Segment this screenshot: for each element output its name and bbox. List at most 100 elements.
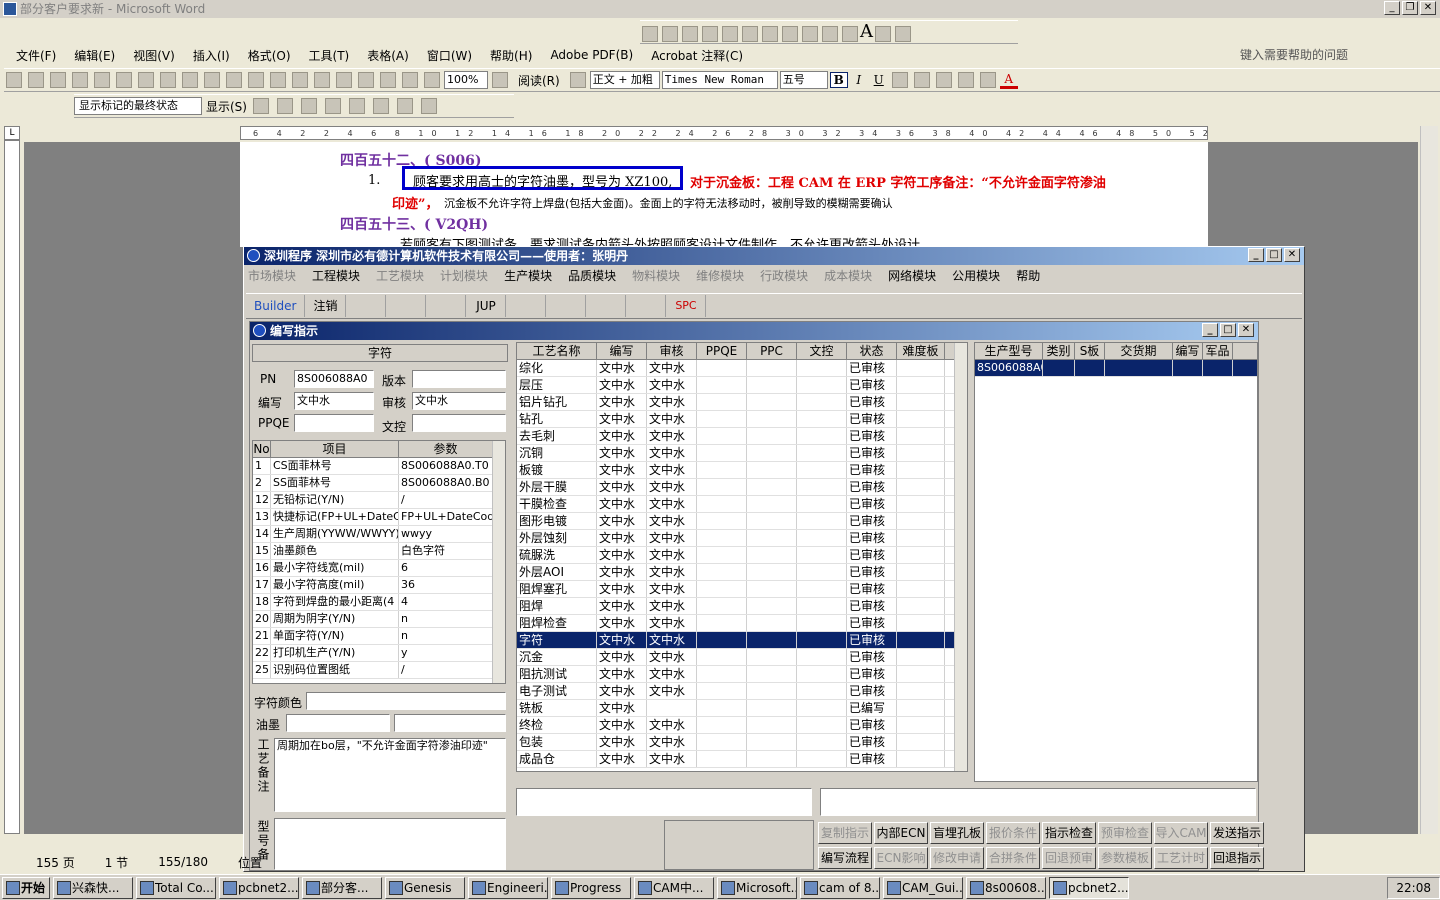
erp-tool-button[interactable] — [426, 295, 467, 317]
steps-scrollbar[interactable] — [954, 343, 967, 771]
erp-menu-item[interactable]: 品质模块 — [568, 267, 616, 285]
erp-close-button[interactable]: ✕ — [1284, 248, 1300, 262]
table-row[interactable]: 成品仓 文中水 文中水 已审核 — [517, 751, 967, 768]
print-icon[interactable] — [116, 72, 132, 88]
orders-header-cell[interactable]: 编写 — [1173, 343, 1203, 359]
columns-icon[interactable] — [402, 72, 418, 88]
markup-select[interactable]: 显示标记的最终状态 — [74, 97, 202, 115]
pn-field[interactable]: 8S006088A0 — [294, 370, 374, 388]
table-row[interactable]: 2 SS面菲林号 8S006088A0.B0 — [253, 475, 505, 492]
table-row[interactable]: 外层AOI 文中水 文中水 已审核 — [517, 564, 967, 581]
table-row[interactable]: 铝片钻孔 文中水 文中水 已审核 — [517, 394, 967, 411]
menu-item[interactable]: Adobe PDF(B) — [550, 48, 633, 62]
table-row[interactable]: 层压 文中水 文中水 已审核 — [517, 377, 967, 394]
menu-item[interactable]: 编辑(E) — [74, 47, 115, 64]
menu-item[interactable]: Acrobat 注释(C) — [651, 47, 743, 64]
steps-header-cell[interactable]: 难度板 — [897, 343, 945, 359]
erp-tool-button[interactable]: Builder — [246, 295, 306, 317]
taskbar-item[interactable]: Engineeri... — [468, 876, 548, 899]
erp-tool-button[interactable] — [386, 295, 427, 317]
save-icon[interactable] — [50, 72, 66, 88]
table-row[interactable]: 铣板 文中水 已编写 — [517, 700, 967, 717]
tool-icon[interactable] — [682, 25, 698, 42]
align-icon[interactable] — [891, 72, 908, 88]
preview-icon[interactable] — [138, 72, 154, 88]
tool-icon[interactable] — [822, 25, 838, 42]
help-icon[interactable] — [492, 72, 508, 88]
taskbar-item[interactable]: Microsoft... — [717, 876, 797, 899]
font-select[interactable]: Times New Roman — [661, 71, 778, 89]
excel-icon[interactable] — [380, 72, 396, 88]
taskbar-item[interactable]: 兴森快... — [53, 876, 133, 899]
paste-icon[interactable] — [248, 72, 264, 88]
start-button[interactable]: 开始 — [2, 876, 50, 899]
params-header-cell[interactable]: No — [253, 441, 271, 457]
steps-header-cell[interactable]: 文控 — [797, 343, 847, 359]
minimize-button[interactable]: _ — [1384, 1, 1400, 15]
menu-item[interactable]: 表格(A) — [367, 47, 409, 64]
erp-tool-button[interactable] — [546, 295, 587, 317]
undo-icon[interactable] — [292, 72, 308, 88]
taskbar-item[interactable]: cam of 8... — [800, 876, 880, 899]
ppqe-field[interactable] — [294, 414, 374, 432]
copy-icon[interactable] — [226, 72, 242, 88]
action-button[interactable]: 预审检查 — [1098, 822, 1152, 844]
table-icon[interactable] — [358, 72, 374, 88]
table-row[interactable]: 硫脲洗 文中水 文中水 已审核 — [517, 547, 967, 564]
taskbar-item[interactable]: Genesis — [385, 876, 465, 899]
table-row[interactable]: 8S006088A0 — [975, 360, 1257, 377]
table-row[interactable]: 20 周期为阴字(Y/N) n — [253, 611, 505, 628]
action-button[interactable]: 复制指示 — [818, 822, 872, 844]
email-icon[interactable] — [94, 72, 110, 88]
reviewer-field[interactable]: 文中水 — [412, 392, 506, 410]
document-page[interactable]: 四百五十二、( S006) 1. 顾客要求用高士的字符油墨，型号为 XZ100,… — [240, 142, 1208, 253]
table-row[interactable]: 钻孔 文中水 文中水 已审核 — [517, 411, 967, 428]
erp-menu-item[interactable]: 生产模块 — [504, 267, 552, 285]
erp-menu-item[interactable]: 工程模块 — [312, 267, 360, 285]
numbering-icon[interactable] — [913, 72, 930, 88]
show-button[interactable]: 显示(S) — [206, 98, 247, 115]
erp-menu-item[interactable]: 帮助 — [1016, 267, 1040, 285]
tool-icon[interactable] — [842, 25, 858, 42]
size-select[interactable]: 五号 — [779, 71, 828, 89]
table-row[interactable]: 阻抗测试 文中水 文中水 已审核 — [517, 666, 967, 683]
erp-tool-button[interactable]: 注销 — [305, 295, 347, 317]
orders-header-cell[interactable]: 交货期 — [1105, 343, 1173, 359]
tool-icon[interactable] — [642, 25, 658, 42]
orders-header-cell[interactable]: 类别 — [1043, 343, 1075, 359]
table-row[interactable]: 12 无铅标记(Y/N) / — [253, 492, 505, 509]
sub-minimize-button[interactable]: _ — [1202, 323, 1218, 337]
styles-icon[interactable] — [569, 72, 586, 88]
taskbar-item[interactable]: Progress — [551, 876, 631, 899]
erp-menu-item[interactable]: 网络模块 — [888, 267, 936, 285]
action-button[interactable]: 发送指示 — [1210, 822, 1264, 844]
tool-icon[interactable] — [895, 25, 911, 42]
format-painter-icon[interactable] — [270, 72, 286, 88]
tool-icon[interactable] — [875, 25, 891, 42]
table-row[interactable]: 沉金 文中水 文中水 已审核 — [517, 649, 967, 666]
erp-tool-button[interactable]: JUP — [466, 295, 507, 317]
step-select[interactable] — [516, 788, 812, 816]
table-row[interactable]: 沉铜 文中水 文中水 已审核 — [517, 445, 967, 462]
text-a-icon[interactable]: A — [860, 21, 873, 42]
bullets-icon[interactable] — [935, 72, 952, 88]
orders-header-cell[interactable]: 生产型号 — [975, 343, 1043, 359]
params-scrollbar[interactable] — [492, 441, 505, 683]
research-icon[interactable] — [160, 72, 176, 88]
read-button[interactable]: 阅读(R) — [518, 72, 560, 89]
vertical-ruler[interactable] — [4, 140, 20, 834]
params-header-cell[interactable]: 参数 — [399, 441, 493, 457]
erp-tool-button[interactable] — [506, 295, 547, 317]
table-row[interactable]: 包装 文中水 文中水 已审核 — [517, 734, 967, 751]
taskbar-item[interactable]: pcbnet2... — [219, 876, 299, 899]
table-row[interactable]: 综化 文中水 文中水 已审核 — [517, 360, 967, 377]
radio-icon[interactable] — [762, 25, 778, 42]
steps-header-cell[interactable]: 编写 — [597, 343, 647, 359]
sub-close-button[interactable]: ✕ — [1238, 323, 1254, 337]
taskbar-item[interactable]: CAM_Gui... — [883, 876, 963, 899]
table-row[interactable]: 外层蚀刻 文中水 文中水 已审核 — [517, 530, 967, 547]
table-row[interactable]: 16 最小字符线宽(mil) 6 — [253, 560, 505, 577]
underline-icon[interactable]: U — [870, 73, 888, 87]
menu-item[interactable]: 工具(T) — [309, 47, 350, 64]
ink-field-1[interactable] — [286, 714, 390, 732]
